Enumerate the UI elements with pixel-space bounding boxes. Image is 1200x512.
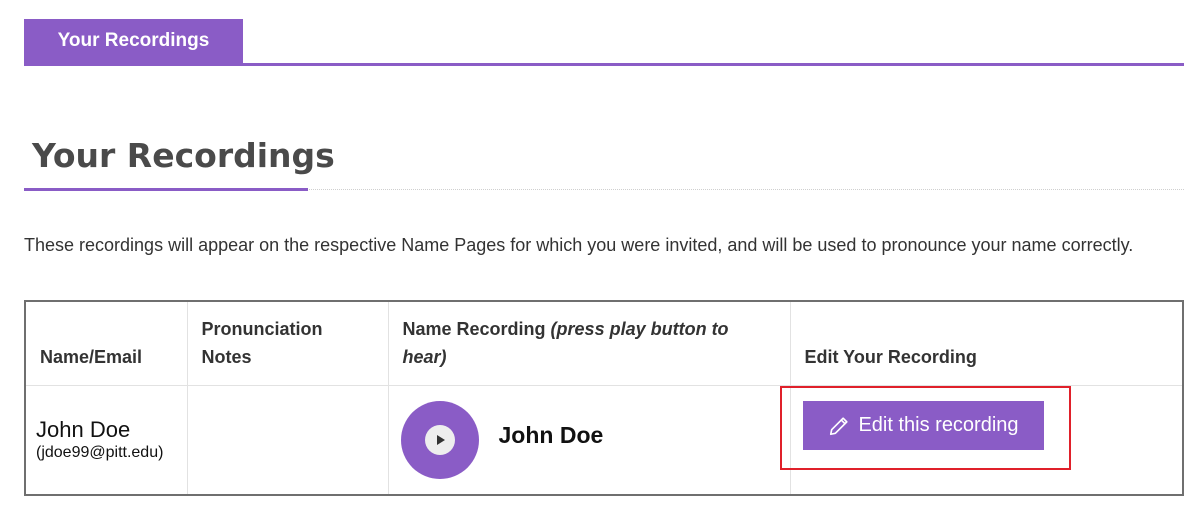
header-edit-recording: Edit Your Recording: [789, 300, 1184, 386]
recording-name: John Doe: [498, 422, 604, 449]
cell-pronunciation-notes: [186, 384, 389, 496]
title-underline: [24, 188, 308, 191]
edit-recording-label: Edit this recording: [858, 414, 1019, 436]
pencil-icon: [830, 416, 849, 435]
cell-name-email: John Doe (jdoe99@pitt.edu): [24, 384, 188, 496]
user-email: (jdoe99@pitt.edu): [36, 443, 164, 461]
tab-bar: Your Recordings: [24, 19, 1184, 66]
play-icon: [424, 424, 455, 455]
page-title: Your Recordings: [32, 136, 335, 175]
user-name: John Doe: [36, 416, 131, 442]
header-name-email: Name/Email: [24, 300, 188, 386]
table-header-row: Name/Email Pronunciation Notes Name Reco…: [24, 300, 1184, 386]
play-button[interactable]: [400, 400, 479, 479]
header-pronunciation-notes: Pronunciation Notes: [186, 300, 389, 386]
header-recording-label: Name Recording: [402, 318, 551, 339]
audio-player: John Doe: [399, 400, 780, 479]
page-header: Your Recordings: [24, 132, 1184, 191]
edit-recording-button[interactable]: Edit this recording: [803, 401, 1044, 450]
page-description: These recordings will appear on the resp…: [24, 235, 1134, 255]
tab-your-recordings[interactable]: Your Recordings: [24, 19, 243, 63]
header-name-recording: Name Recording (press play button to hea…: [387, 300, 791, 386]
cell-name-recording: John Doe: [387, 384, 791, 496]
